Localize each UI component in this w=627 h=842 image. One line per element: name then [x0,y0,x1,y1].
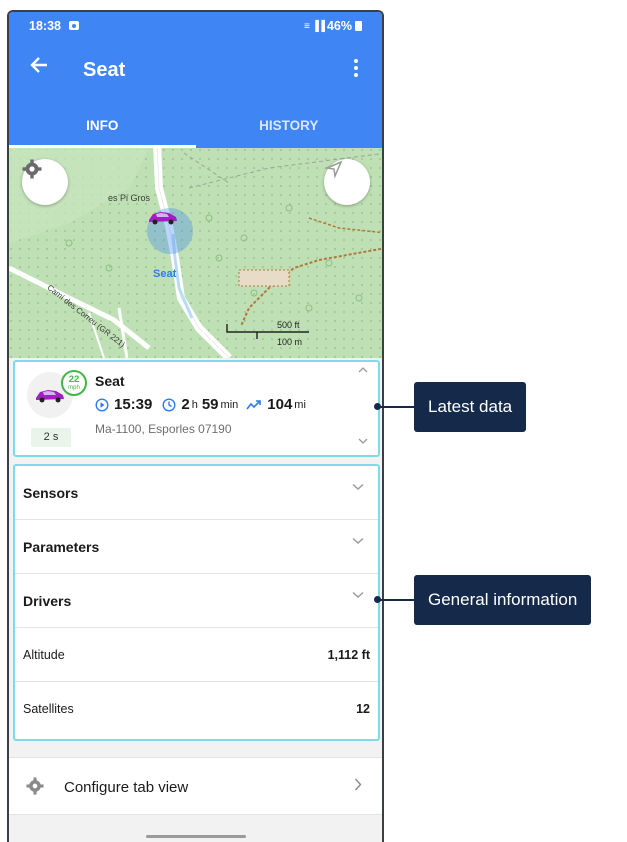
battery-icon [355,21,362,31]
chevron-down-icon [352,591,364,598]
altitude-label: Altitude [23,648,65,662]
configure-tab-view-button[interactable]: Configure tab view [9,757,382,815]
altitude-row: Altitude 1,112 ft [15,628,378,682]
tab-history[interactable]: HISTORY [196,100,383,148]
duration-hours: 2 [181,396,190,413]
notification-photo-icon [69,21,79,30]
drivers-row[interactable]: Drivers [15,574,378,628]
home-indicator[interactable] [146,835,246,838]
wifi-signal-icon: ≡ [303,20,310,32]
back-arrow-icon[interactable] [25,54,53,82]
duration-minutes-unit: min [220,398,239,411]
satellites-label: Satellites [23,702,74,716]
duration-hours-unit: h [191,398,198,411]
app-bar: Seat [9,40,382,100]
map-settings-button[interactable] [22,159,68,205]
sensors-label: Sensors [23,485,79,501]
satellites-value: 12 [356,702,370,716]
map-view[interactable]: es Pi Gros Camí des Correu (GR 221) Seat… [9,148,382,358]
tab-info[interactable]: INFO [9,100,196,148]
status-time: 18:38 [29,19,61,33]
callout-latest-data: Latest data [414,382,527,432]
play-clock-icon [95,397,109,412]
chevron-down-icon [352,537,364,544]
clock-icon [162,397,176,412]
last-message-badge: 2 s [31,428,71,447]
screen-title: Seat [83,59,126,81]
parameters-row[interactable]: Parameters [15,520,378,574]
unit-metrics: 15:39 2 h 59 min 104 mi [95,396,314,413]
more-vert-icon[interactable] [344,54,368,82]
general-information-section: Sensors Parameters Drivers Altitude 1,11… [13,464,380,741]
map-place-label: es Pi Gros [108,193,151,203]
speed-badge: 22 mph [61,370,87,396]
parameters-label: Parameters [23,539,100,555]
phone-screen: 18:38 ≡ ▐▐ 46% Seat INFO HISTORY es Pi G… [7,10,384,842]
drivers-label: Drivers [23,593,72,609]
map-unit-label: Seat [153,268,177,280]
callout-general-information: General information [414,575,592,625]
chevron-down-icon[interactable] [358,438,368,445]
scale-meters: 100 m [277,337,303,347]
altitude-value: 1,112 ft [327,648,370,662]
cell-signal-icon: ▐▐ [311,20,325,32]
configure-label: Configure tab view [64,779,189,796]
unit-address: Ma-1100, Esporles 07190 [95,422,232,436]
chevron-up-icon[interactable] [358,366,368,373]
mileage-unit: mi [294,398,306,411]
tab-bar: INFO HISTORY [9,100,382,148]
last-time: 15:39 [114,396,153,413]
callout-latest-line [378,406,414,408]
unit-name: Seat [95,373,125,389]
trend-icon [246,399,262,409]
speed-value: 22 [68,374,80,385]
chevron-down-icon [352,483,364,490]
map-navigation-button[interactable] [324,159,370,205]
satellites-row: Satellites 12 [15,682,378,736]
gear-icon [26,777,44,795]
gear-icon [22,159,42,179]
scale-feet: 500 ft [277,320,300,330]
sensors-row[interactable]: Sensors [15,466,378,520]
navigation-icon [324,160,343,179]
chevron-right-icon [354,778,362,791]
duration-minutes: 59 [201,396,219,413]
callout-general-line [378,599,414,601]
speed-unit: mph [68,385,80,391]
unit-map-marker[interactable] [147,208,193,254]
battery-level: 46% [326,19,352,33]
status-bar: 18:38 ≡ ▐▐ 46% [9,12,382,40]
status-indicators: ≡ ▐▐ 46% [304,19,362,33]
car-icon [149,212,177,225]
latest-data-card[interactable]: 22 mph 2 s Seat 15:39 2 h 59 min 104 mi … [13,360,380,457]
mileage-value: 104 [267,396,293,413]
